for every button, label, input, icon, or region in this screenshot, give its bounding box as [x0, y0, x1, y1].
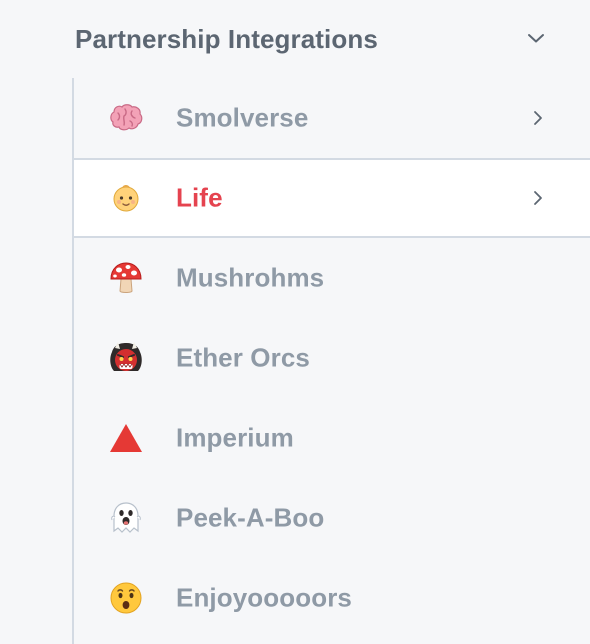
nav-item-label: Ether Orcs [176, 342, 310, 373]
hushed-face-icon [110, 582, 142, 614]
nav-item-label: Smolverse [176, 102, 309, 133]
brain-icon [110, 104, 143, 131]
nav-item-enjoyooooors[interactable]: Enjoyooooors [74, 558, 590, 638]
nav-item-ether-orcs[interactable]: Ether Orcs [74, 318, 590, 398]
chevron-right-icon [534, 191, 542, 205]
partnership-integrations-header[interactable]: Partnership Integrations [0, 0, 590, 78]
chevron-down-icon[interactable] [527, 29, 545, 47]
ghost-icon [111, 502, 141, 533]
nav-item-life[interactable]: Life [74, 158, 590, 238]
nav-item-label: Imperium [176, 422, 294, 453]
baby-icon [113, 185, 139, 212]
nav-item-label: Mushrohms [176, 262, 325, 293]
nav-item-imperium[interactable]: Imperium [74, 398, 590, 478]
nav-item-label: Peek-A-Boo [176, 502, 325, 533]
nav-item-smolverse[interactable]: Smolverse [74, 78, 590, 158]
section-title: Partnership Integrations [75, 23, 378, 54]
nav-item-peek-a-boo[interactable]: Peek-A-Boo [74, 478, 590, 558]
ogre-icon [110, 342, 142, 371]
mushroom-icon [110, 262, 142, 293]
nav-item-label: Life [176, 182, 223, 213]
red-triangle-icon [110, 424, 142, 452]
nav-item-mushrohms[interactable]: Mushrohms [74, 238, 590, 318]
partnership-nav-list: Smolverse Life Mushrohms Ether Orcs Impe… [72, 78, 590, 644]
chevron-right-icon [534, 111, 542, 125]
nav-item-label: Enjoyooooors [176, 582, 352, 613]
